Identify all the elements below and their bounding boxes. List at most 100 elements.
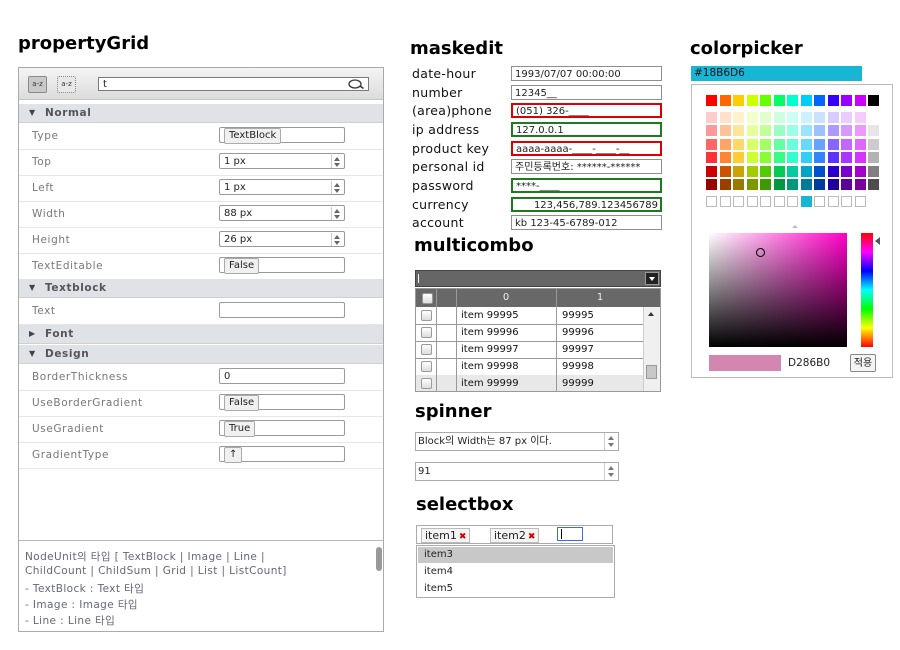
selectbox-input[interactable]: item1 ✖ item2 ✖ [416,525,613,544]
color-swatch[interactable] [800,125,812,136]
color-swatch[interactable] [773,138,785,150]
color-swatch[interactable] [760,95,771,106]
list-item[interactable]: item5 [418,581,613,597]
color-swatch[interactable] [706,125,717,136]
color-swatch[interactable] [787,95,798,106]
column-header[interactable]: 1 [556,289,644,307]
color-swatch[interactable] [733,179,744,190]
color-swatch[interactable] [868,95,879,106]
border-thickness-input[interactable]: 0 [219,368,345,384]
color-swatch[interactable] [773,165,785,177]
color-swatch[interactable] [746,165,758,177]
recent-color-swatch[interactable] [719,196,731,207]
color-swatch[interactable] [841,152,852,163]
recent-color-swatch[interactable] [706,196,717,207]
spin-buttons-icon[interactable] [331,155,343,168]
color-swatch[interactable] [773,152,785,163]
color-swatch[interactable] [800,165,812,177]
color-swatch[interactable] [746,95,758,106]
color-swatch[interactable] [787,111,798,123]
color-swatch[interactable] [773,95,785,106]
property-row-text[interactable]: Text [19,298,383,325]
color-swatch[interactable] [706,111,717,123]
table-row[interactable]: item 99996 99996 [416,324,644,342]
color-swatch[interactable] [760,165,771,177]
type-value-field[interactable]: TextBlock [219,127,345,144]
color-swatch[interactable] [800,111,812,123]
color-swatch[interactable] [827,152,839,163]
row-checkbox[interactable] [421,327,432,338]
number-input[interactable]: 12345__ [511,85,662,100]
left-stepper[interactable]: 1 px [219,179,345,195]
property-row-use-gradient[interactable]: UseGradient True [19,416,383,443]
property-row-text-editable[interactable]: TextEditable False [19,253,383,280]
color-swatch[interactable] [719,152,731,163]
color-swatch[interactable] [746,152,758,163]
color-swatch[interactable] [814,152,825,163]
category-normal[interactable]: ▼ Normal [19,104,383,123]
color-swatch[interactable] [719,179,731,190]
color-swatch[interactable] [760,152,771,163]
account-input[interactable]: kb 123-45-6789-012 [511,215,662,230]
color-hex-input[interactable]: #18B6D6 [691,66,862,81]
spin-buttons-icon[interactable] [331,181,343,194]
color-swatch[interactable] [760,138,771,150]
color-swatch[interactable] [773,179,785,190]
color-swatch[interactable] [854,95,866,106]
text-editable-field[interactable]: False [219,257,345,274]
top-stepper[interactable]: 1 px [219,153,345,169]
recent-color-swatch[interactable] [733,196,744,207]
color-swatch[interactable] [827,95,839,106]
list-item[interactable]: item4 [418,564,613,580]
hue-marker-right-icon[interactable] [875,237,880,245]
color-swatch[interactable] [733,165,744,177]
property-row-use-border-gradient[interactable]: UseBorderGradient False [19,390,383,417]
color-swatch[interactable] [773,125,785,136]
color-swatch[interactable] [719,111,731,123]
color-cursor[interactable] [756,248,765,257]
table-row[interactable]: item 99995 99995 [416,307,644,325]
color-swatch[interactable] [787,179,798,190]
color-swatch[interactable] [868,165,879,177]
recent-color-swatch[interactable] [746,196,758,207]
table-row[interactable]: item 99998 99998 [416,358,644,376]
color-swatch[interactable] [760,111,771,123]
spin-buttons-icon[interactable] [604,433,618,450]
recent-color-swatch[interactable] [800,196,812,207]
color-swatch[interactable] [814,95,825,106]
color-swatch[interactable] [814,179,825,190]
row-checkbox[interactable] [421,310,432,321]
property-row-height[interactable]: Height 26 px [19,227,383,254]
select-all-checkbox[interactable] [422,293,433,304]
recent-color-swatch[interactable] [854,196,866,207]
spin-buttons-icon[interactable] [331,207,343,220]
color-swatch[interactable] [827,111,839,123]
color-swatch[interactable] [800,95,812,106]
color-swatch[interactable] [733,111,744,123]
saturation-value-area[interactable] [709,233,847,347]
selectbox-text-entry[interactable] [557,527,583,541]
scroll-up-icon[interactable] [648,312,654,316]
color-swatch[interactable] [706,95,717,106]
color-swatch[interactable] [733,125,744,136]
date-hour-input[interactable]: 1993/07/07 00:00:00 [511,66,662,81]
color-swatch[interactable] [787,138,798,150]
color-swatch[interactable] [706,179,717,190]
category-font[interactable]: ▶ Font [19,325,383,344]
property-search-input[interactable]: t [98,77,369,91]
expand-arrow-icon[interactable] [792,225,798,228]
recent-color-swatch[interactable] [760,196,771,207]
color-swatch[interactable] [746,138,758,150]
sort-alphabetical-icon[interactable]: a-z [57,76,76,93]
scrollbar-thumb[interactable] [646,365,657,379]
recent-color-swatch[interactable] [841,196,852,207]
color-swatch[interactable] [841,165,852,177]
property-row-width[interactable]: Width 88 px [19,201,383,228]
height-stepper[interactable]: 26 px [219,231,345,247]
color-swatch[interactable] [841,95,852,106]
product-key-input[interactable]: aaaa-aaaa-____-____-__ [511,141,662,156]
number-spinner[interactable]: 91 [415,462,619,481]
property-row-left[interactable]: Left 1 px [19,175,383,202]
gradient-type-field[interactable]: ↑ [219,446,345,463]
color-swatch[interactable] [706,152,717,163]
